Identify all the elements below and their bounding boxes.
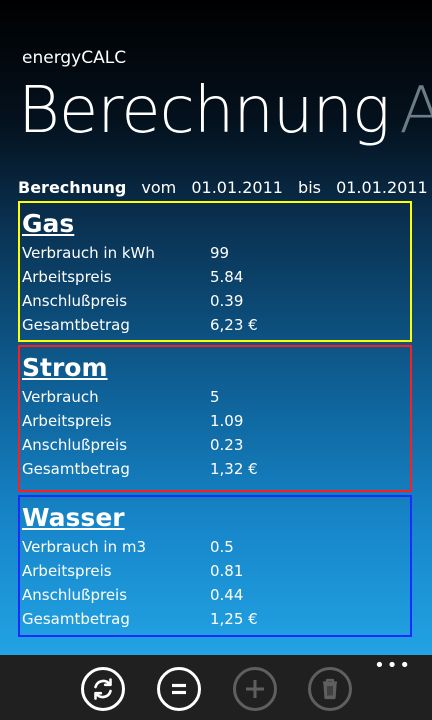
row-value: 6,23 €: [210, 316, 258, 334]
row-value: 99: [210, 244, 230, 262]
add-button[interactable]: [233, 667, 277, 711]
strom-row-gesamtbetrag: Gesamtbetrag 1,32 €: [22, 457, 410, 481]
wasser-row-anschlusspreis: Anschlußpreis 0.44: [22, 583, 410, 607]
row-value: 0.44: [210, 586, 244, 604]
row-label: Anschlußpreis: [22, 436, 128, 454]
gas-card: Gas Verbrauch in kWh 99 Arbeitspreis 5.84 …: [18, 201, 412, 342]
equals-icon: [172, 683, 186, 695]
summary-label: Berechnung: [18, 178, 127, 197]
row-label: Gesamtbetrag: [22, 460, 130, 478]
summary-line: Berechnung vom 01.01.2011 bis 01.01.2011: [18, 178, 432, 197]
strom-row-arbeitspreis: Arbeitspreis 1.09: [22, 409, 410, 433]
row-label: Verbrauch in kWh: [22, 244, 155, 262]
calculate-button[interactable]: [157, 667, 201, 711]
row-label: Verbrauch: [22, 388, 99, 406]
row-value: 5: [210, 388, 220, 406]
row-label: Arbeitspreis: [22, 412, 112, 430]
refresh-button[interactable]: [81, 667, 125, 711]
row-value: 0.5: [210, 538, 234, 556]
pivot-header: BerechnungAu: [18, 74, 432, 148]
gas-row-arbeitspreis: Arbeitspreis 5.84: [22, 265, 410, 289]
delete-button[interactable]: [308, 667, 352, 711]
wasser-row-verbrauch: Verbrauch in m3 0.5: [22, 535, 410, 559]
row-value: 0.81: [210, 562, 244, 580]
gas-row-gesamtbetrag: Gesamtbetrag 6,23 €: [22, 313, 410, 337]
from-label: vom: [141, 178, 177, 197]
row-label: Arbeitspreis: [22, 268, 112, 286]
strom-card: Strom Verbrauch 5 Arbeitspreis 1.09 Anschl…: [18, 345, 412, 492]
app-bar: •••: [0, 655, 432, 720]
pivot-item-next[interactable]: Au: [399, 74, 432, 148]
row-label: Anschlußpreis: [22, 586, 128, 604]
refresh-icon: [94, 678, 112, 700]
row-value: 1.09: [210, 412, 244, 430]
gas-row-verbrauch: Verbrauch in kWh 99: [22, 241, 410, 265]
row-value: 5.84: [210, 268, 244, 286]
to-date: 01.01.2011: [336, 178, 428, 197]
row-value: 0.39: [210, 292, 244, 310]
wasser-title: Wasser: [22, 503, 125, 532]
wasser-row-gesamtbetrag: Gesamtbetrag 1,25 €: [22, 607, 410, 631]
wasser-row-arbeitspreis: Arbeitspreis 0.81: [22, 559, 410, 583]
row-value: 0.23: [210, 436, 244, 454]
more-menu-button[interactable]: •••: [374, 657, 412, 675]
wasser-card: Wasser Verbrauch in m3 0.5 Arbeitspreis 0.…: [18, 495, 412, 637]
add-icon: [246, 680, 264, 698]
gas-row-anschlusspreis: Anschlußpreis 0.39: [22, 289, 410, 313]
row-label: Gesamtbetrag: [22, 316, 130, 334]
row-label: Gesamtbetrag: [22, 610, 130, 628]
delete-icon: [323, 678, 337, 700]
row-value: 1,32 €: [210, 460, 258, 478]
strom-row-anschlusspreis: Anschlußpreis 0.23: [22, 433, 410, 457]
row-value: 1,25 €: [210, 610, 258, 628]
row-label: Anschlußpreis: [22, 292, 128, 310]
from-date: 01.01.2011: [191, 178, 283, 197]
app-title: energyCALC: [22, 48, 127, 68]
strom-row-verbrauch: Verbrauch 5: [22, 385, 410, 409]
gas-title: Gas: [22, 209, 75, 238]
pivot-item-berechnung[interactable]: Berechnung: [18, 74, 390, 148]
strom-title: Strom: [22, 353, 108, 382]
row-label: Verbrauch in m3: [22, 538, 146, 556]
to-label: bis: [298, 178, 321, 197]
row-label: Arbeitspreis: [22, 562, 112, 580]
